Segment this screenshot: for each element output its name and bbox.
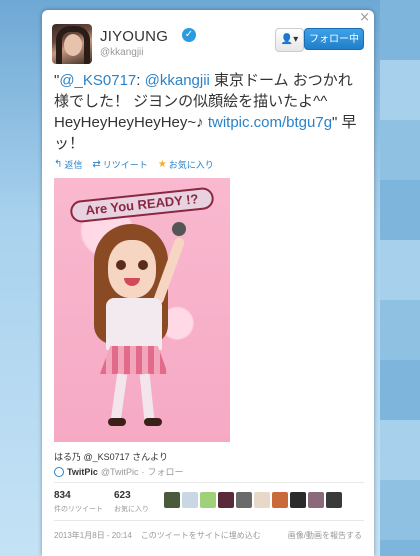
retweet-label: リツイート — [102, 160, 148, 170]
drawing-microphone — [172, 222, 186, 236]
drawing-leg — [110, 373, 128, 421]
source-name[interactable]: TwitPic — [67, 467, 98, 477]
reply-label: 返信 — [64, 160, 83, 170]
favoriter-avatar[interactable] — [218, 492, 234, 508]
mention-link[interactable]: @_KS0717 — [59, 72, 136, 89]
embed-link[interactable]: このツイートをサイトに埋め込む — [141, 531, 261, 540]
tweet-text: "@_KS0717: @kkangjii 東京ドーム おつかれ様でした！ ジヨン… — [54, 70, 366, 154]
photo-credit: はる乃 @_KS0717 さんより — [54, 452, 168, 462]
source-separator: · — [141, 466, 145, 477]
close-icon[interactable]: × — [359, 10, 370, 25]
star-icon: ★ — [157, 159, 167, 170]
favoriter-avatar[interactable] — [164, 492, 180, 508]
photo-source: TwitPic @TwitPic · フォロー — [54, 465, 184, 478]
reply-button[interactable]: ↰ 返信 — [54, 158, 82, 171]
divider — [54, 482, 364, 483]
tweet-photo[interactable]: Are You READY !? — [54, 178, 230, 442]
favorite-label: お気に入り — [168, 160, 214, 170]
favoriter-avatar[interactable] — [308, 492, 324, 508]
favoriter-avatar[interactable] — [200, 492, 216, 508]
retweet-button[interactable]: ⇄ リツイート — [92, 158, 147, 171]
follow-button[interactable]: フォロー中 — [304, 28, 364, 50]
drawing-face — [108, 240, 156, 298]
favorite-count-label: お気に入り — [114, 506, 149, 513]
retweet-count-label: 件のリツイート — [54, 506, 103, 513]
user-handle[interactable]: @kkangjii — [100, 47, 144, 58]
mention-link[interactable]: @kkangjii — [145, 72, 210, 89]
tweet-permalink-card: × JIYOUNG ✓ @kkangjii 👤▾ フォロー中 "@_KS0717… — [42, 10, 374, 556]
retweet-icon: ⇄ — [92, 159, 101, 170]
tweet-colon: : — [136, 72, 145, 89]
page-background-pattern — [380, 0, 420, 556]
source-handle[interactable]: @TwitPic — [101, 467, 139, 477]
drawing-body — [106, 298, 162, 350]
divider — [54, 520, 364, 521]
reply-icon: ↰ — [54, 159, 63, 170]
tweet-actions: ↰ 返信 ⇄ リツイート ★ お気に入り — [54, 158, 214, 171]
favoriter-avatar[interactable] — [182, 492, 198, 508]
favoriter-avatar[interactable] — [236, 492, 252, 508]
favorite-count[interactable]: 623 お気に入り — [114, 490, 149, 514]
retweet-count-number: 834 — [54, 490, 71, 501]
tweet-timestamp[interactable]: 2013年1月8日 - 20:14 — [54, 531, 132, 540]
user-name[interactable]: JIYOUNG — [100, 28, 168, 45]
drawing-shoe — [144, 418, 162, 426]
twitpic-icon — [54, 466, 64, 477]
drawing-leg — [139, 373, 155, 421]
twitpic-link[interactable]: twitpic.com/btgu7g — [208, 114, 332, 131]
drawing-shoe — [108, 418, 126, 426]
tweet-footer: 2013年1月8日 - 20:14 このツイートをサイトに埋め込む — [54, 530, 261, 541]
verified-icon: ✓ — [182, 28, 196, 42]
favoriter-avatar[interactable] — [272, 492, 288, 508]
favoriter-avatar[interactable] — [290, 492, 306, 508]
avatar-face — [64, 34, 82, 56]
photo-banner-text: Are You READY !? — [69, 186, 215, 224]
drawing-eye — [116, 260, 126, 270]
drawing-eye — [138, 260, 148, 270]
user-actions-button[interactable]: 👤▾ — [275, 28, 304, 52]
report-media-link[interactable]: 画像/動画を報告する — [288, 530, 362, 541]
favoriter-avatar[interactable] — [326, 492, 342, 508]
avatar[interactable] — [52, 24, 92, 64]
source-follow-link[interactable]: フォロー — [147, 465, 183, 478]
retweet-count[interactable]: 834 件のリツイート — [54, 490, 103, 514]
favorite-button[interactable]: ★ お気に入り — [158, 158, 214, 171]
favoriter-avatar[interactable] — [254, 492, 270, 508]
drawing-skirt — [100, 346, 168, 374]
favorite-count-number: 623 — [114, 490, 131, 501]
favoriters-avatars — [164, 492, 342, 508]
